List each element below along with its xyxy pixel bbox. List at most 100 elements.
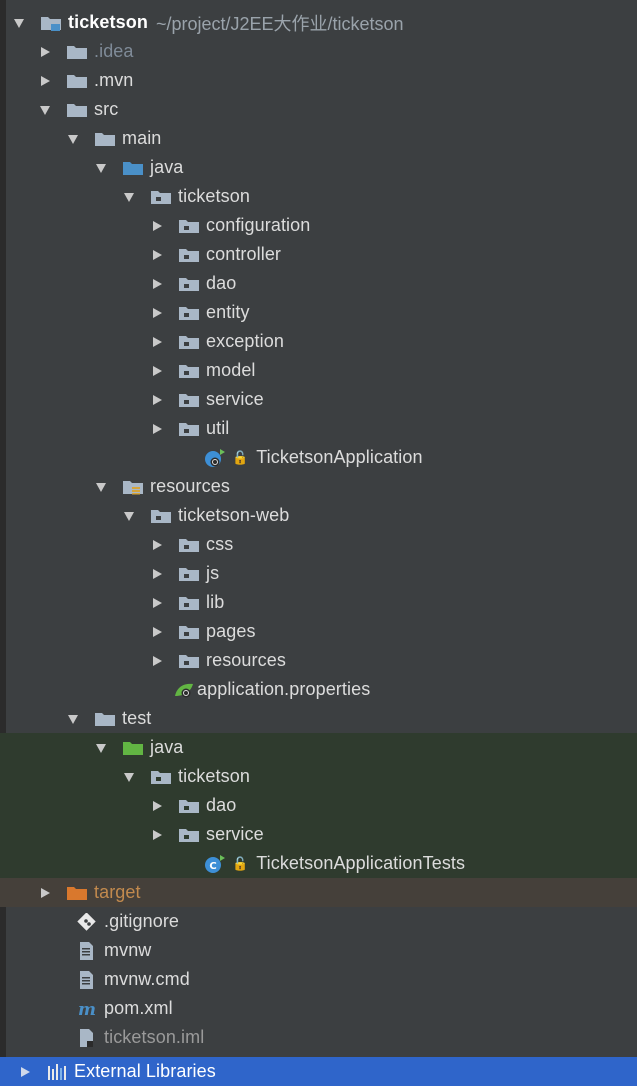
tree-row-ticketson-web[interactable]: ticketson-web <box>0 501 637 530</box>
triangle-right-icon[interactable] <box>150 364 164 378</box>
git-icon <box>76 912 98 931</box>
tree-row-test-class[interactable]: C 🔓 TicketsonApplicationTests <box>0 849 637 878</box>
tree-label: css <box>206 534 234 554</box>
tree-row-app-properties[interactable]: application.properties <box>0 675 637 704</box>
tree-label: mvnw <box>104 940 152 960</box>
tree-row-main[interactable]: main <box>0 124 637 153</box>
triangle-right-icon[interactable] <box>150 799 164 813</box>
tree-label: TicketsonApplicationTests <box>256 853 466 873</box>
tree-row-target[interactable]: target <box>0 878 637 907</box>
triangle-down-icon[interactable] <box>94 161 108 175</box>
package-icon <box>150 188 172 206</box>
triangle-down-icon[interactable] <box>94 480 108 494</box>
tree-row-util[interactable]: util <box>0 414 637 443</box>
tree-row-resources[interactable]: resources <box>0 472 637 501</box>
tree-row-lib[interactable]: lib <box>0 588 637 617</box>
tree-label: pom.xml <box>104 998 173 1018</box>
lock-icon: 🔓 <box>232 855 249 871</box>
tree-label: External Libraries <box>74 1061 216 1081</box>
tree-row-src[interactable]: src <box>0 95 637 124</box>
package-icon <box>178 362 200 380</box>
tree-row-idea[interactable]: .idea <box>0 37 637 66</box>
tree-row-mvnw[interactable]: mvnw <box>0 936 637 965</box>
tree-row-pom[interactable]: m pom.xml <box>0 994 637 1023</box>
tree-label: lib <box>206 592 225 612</box>
triangle-down-icon[interactable] <box>66 132 80 146</box>
spring-class-icon <box>204 448 226 467</box>
tree-row-configuration[interactable]: configuration <box>0 211 637 240</box>
tree-label: main <box>122 128 162 148</box>
package-icon <box>178 797 200 815</box>
triangle-right-icon[interactable] <box>150 306 164 320</box>
triangle-right-icon[interactable] <box>38 886 52 900</box>
tree-row-mvnw-cmd[interactable]: mvnw.cmd <box>0 965 637 994</box>
tree-label: exception <box>206 331 284 351</box>
tree-row-pages[interactable]: pages <box>0 617 637 646</box>
triangle-down-icon[interactable] <box>122 190 136 204</box>
tree-row-test-service[interactable]: service <box>0 820 637 849</box>
tree-label: TicketsonApplication <box>256 447 423 467</box>
tree-row-controller[interactable]: controller <box>0 240 637 269</box>
package-icon <box>178 333 200 351</box>
tree-row-iml[interactable]: ticketson.iml <box>0 1023 637 1052</box>
triangle-right-icon[interactable] <box>18 1065 32 1079</box>
tree-label: util <box>206 418 230 438</box>
tree-row-dao[interactable]: dao <box>0 269 637 298</box>
tree-row-mvn[interactable]: .mvn <box>0 66 637 95</box>
tree-row-entity[interactable]: entity <box>0 298 637 327</box>
project-path: ~/project/J2EE大作业/ticketson <box>155 13 404 34</box>
tree-row-test-package[interactable]: ticketson <box>0 762 637 791</box>
text-file-icon <box>76 941 98 960</box>
folder-icon <box>66 101 88 119</box>
tree-row-test-dao[interactable]: dao <box>0 791 637 820</box>
triangle-right-icon[interactable] <box>150 625 164 639</box>
svg-text:C: C <box>209 861 216 872</box>
tree-row-app-class[interactable]: 🔓 TicketsonApplication <box>0 443 637 472</box>
triangle-down-icon[interactable] <box>94 741 108 755</box>
triangle-right-icon[interactable] <box>150 393 164 407</box>
tree-row-js[interactable]: js <box>0 559 637 588</box>
triangle-right-icon[interactable] <box>150 654 164 668</box>
tree-row-test[interactable]: test <box>0 704 637 733</box>
package-icon <box>178 594 200 612</box>
triangle-right-icon[interactable] <box>38 45 52 59</box>
tree-row-test-java[interactable]: java <box>0 733 637 762</box>
folder-icon <box>94 130 116 148</box>
triangle-right-icon[interactable] <box>150 567 164 581</box>
triangle-right-icon[interactable] <box>150 277 164 291</box>
triangle-down-icon[interactable] <box>122 770 136 784</box>
libraries-icon <box>46 1063 68 1081</box>
triangle-down-icon[interactable] <box>38 103 52 117</box>
tree-row-web-resources[interactable]: resources <box>0 646 637 675</box>
tree-row-css[interactable]: css <box>0 530 637 559</box>
tree-label: target <box>94 882 141 902</box>
package-icon <box>178 536 200 554</box>
triangle-down-icon[interactable] <box>66 712 80 726</box>
spring-properties-icon <box>173 681 195 699</box>
triangle-right-icon[interactable] <box>150 219 164 233</box>
triangle-down-icon[interactable] <box>122 509 136 523</box>
triangle-right-icon[interactable] <box>150 538 164 552</box>
tree-row-external-libraries[interactable]: External Libraries <box>0 1057 637 1086</box>
package-icon <box>178 304 200 322</box>
triangle-right-icon[interactable] <box>150 248 164 262</box>
package-icon <box>178 246 200 264</box>
triangle-right-icon[interactable] <box>150 422 164 436</box>
iml-file-icon <box>76 1028 98 1047</box>
triangle-down-icon[interactable] <box>12 16 26 30</box>
tree-row-project-root[interactable]: ticketson ~/project/J2EE大作业/ticketson <box>0 8 637 37</box>
tree-row-gitignore[interactable]: .gitignore <box>0 907 637 936</box>
tree-label: src <box>94 99 119 119</box>
tree-row-model[interactable]: model <box>0 356 637 385</box>
package-icon <box>178 391 200 409</box>
triangle-right-icon[interactable] <box>38 74 52 88</box>
triangle-right-icon[interactable] <box>150 828 164 842</box>
tree-row-exception[interactable]: exception <box>0 327 637 356</box>
package-icon <box>178 623 200 641</box>
tree-row-service[interactable]: service <box>0 385 637 414</box>
triangle-right-icon[interactable] <box>150 335 164 349</box>
tree-label: resources <box>150 476 230 496</box>
tree-row-main-java[interactable]: java <box>0 153 637 182</box>
tree-row-main-package[interactable]: ticketson <box>0 182 637 211</box>
triangle-right-icon[interactable] <box>150 596 164 610</box>
